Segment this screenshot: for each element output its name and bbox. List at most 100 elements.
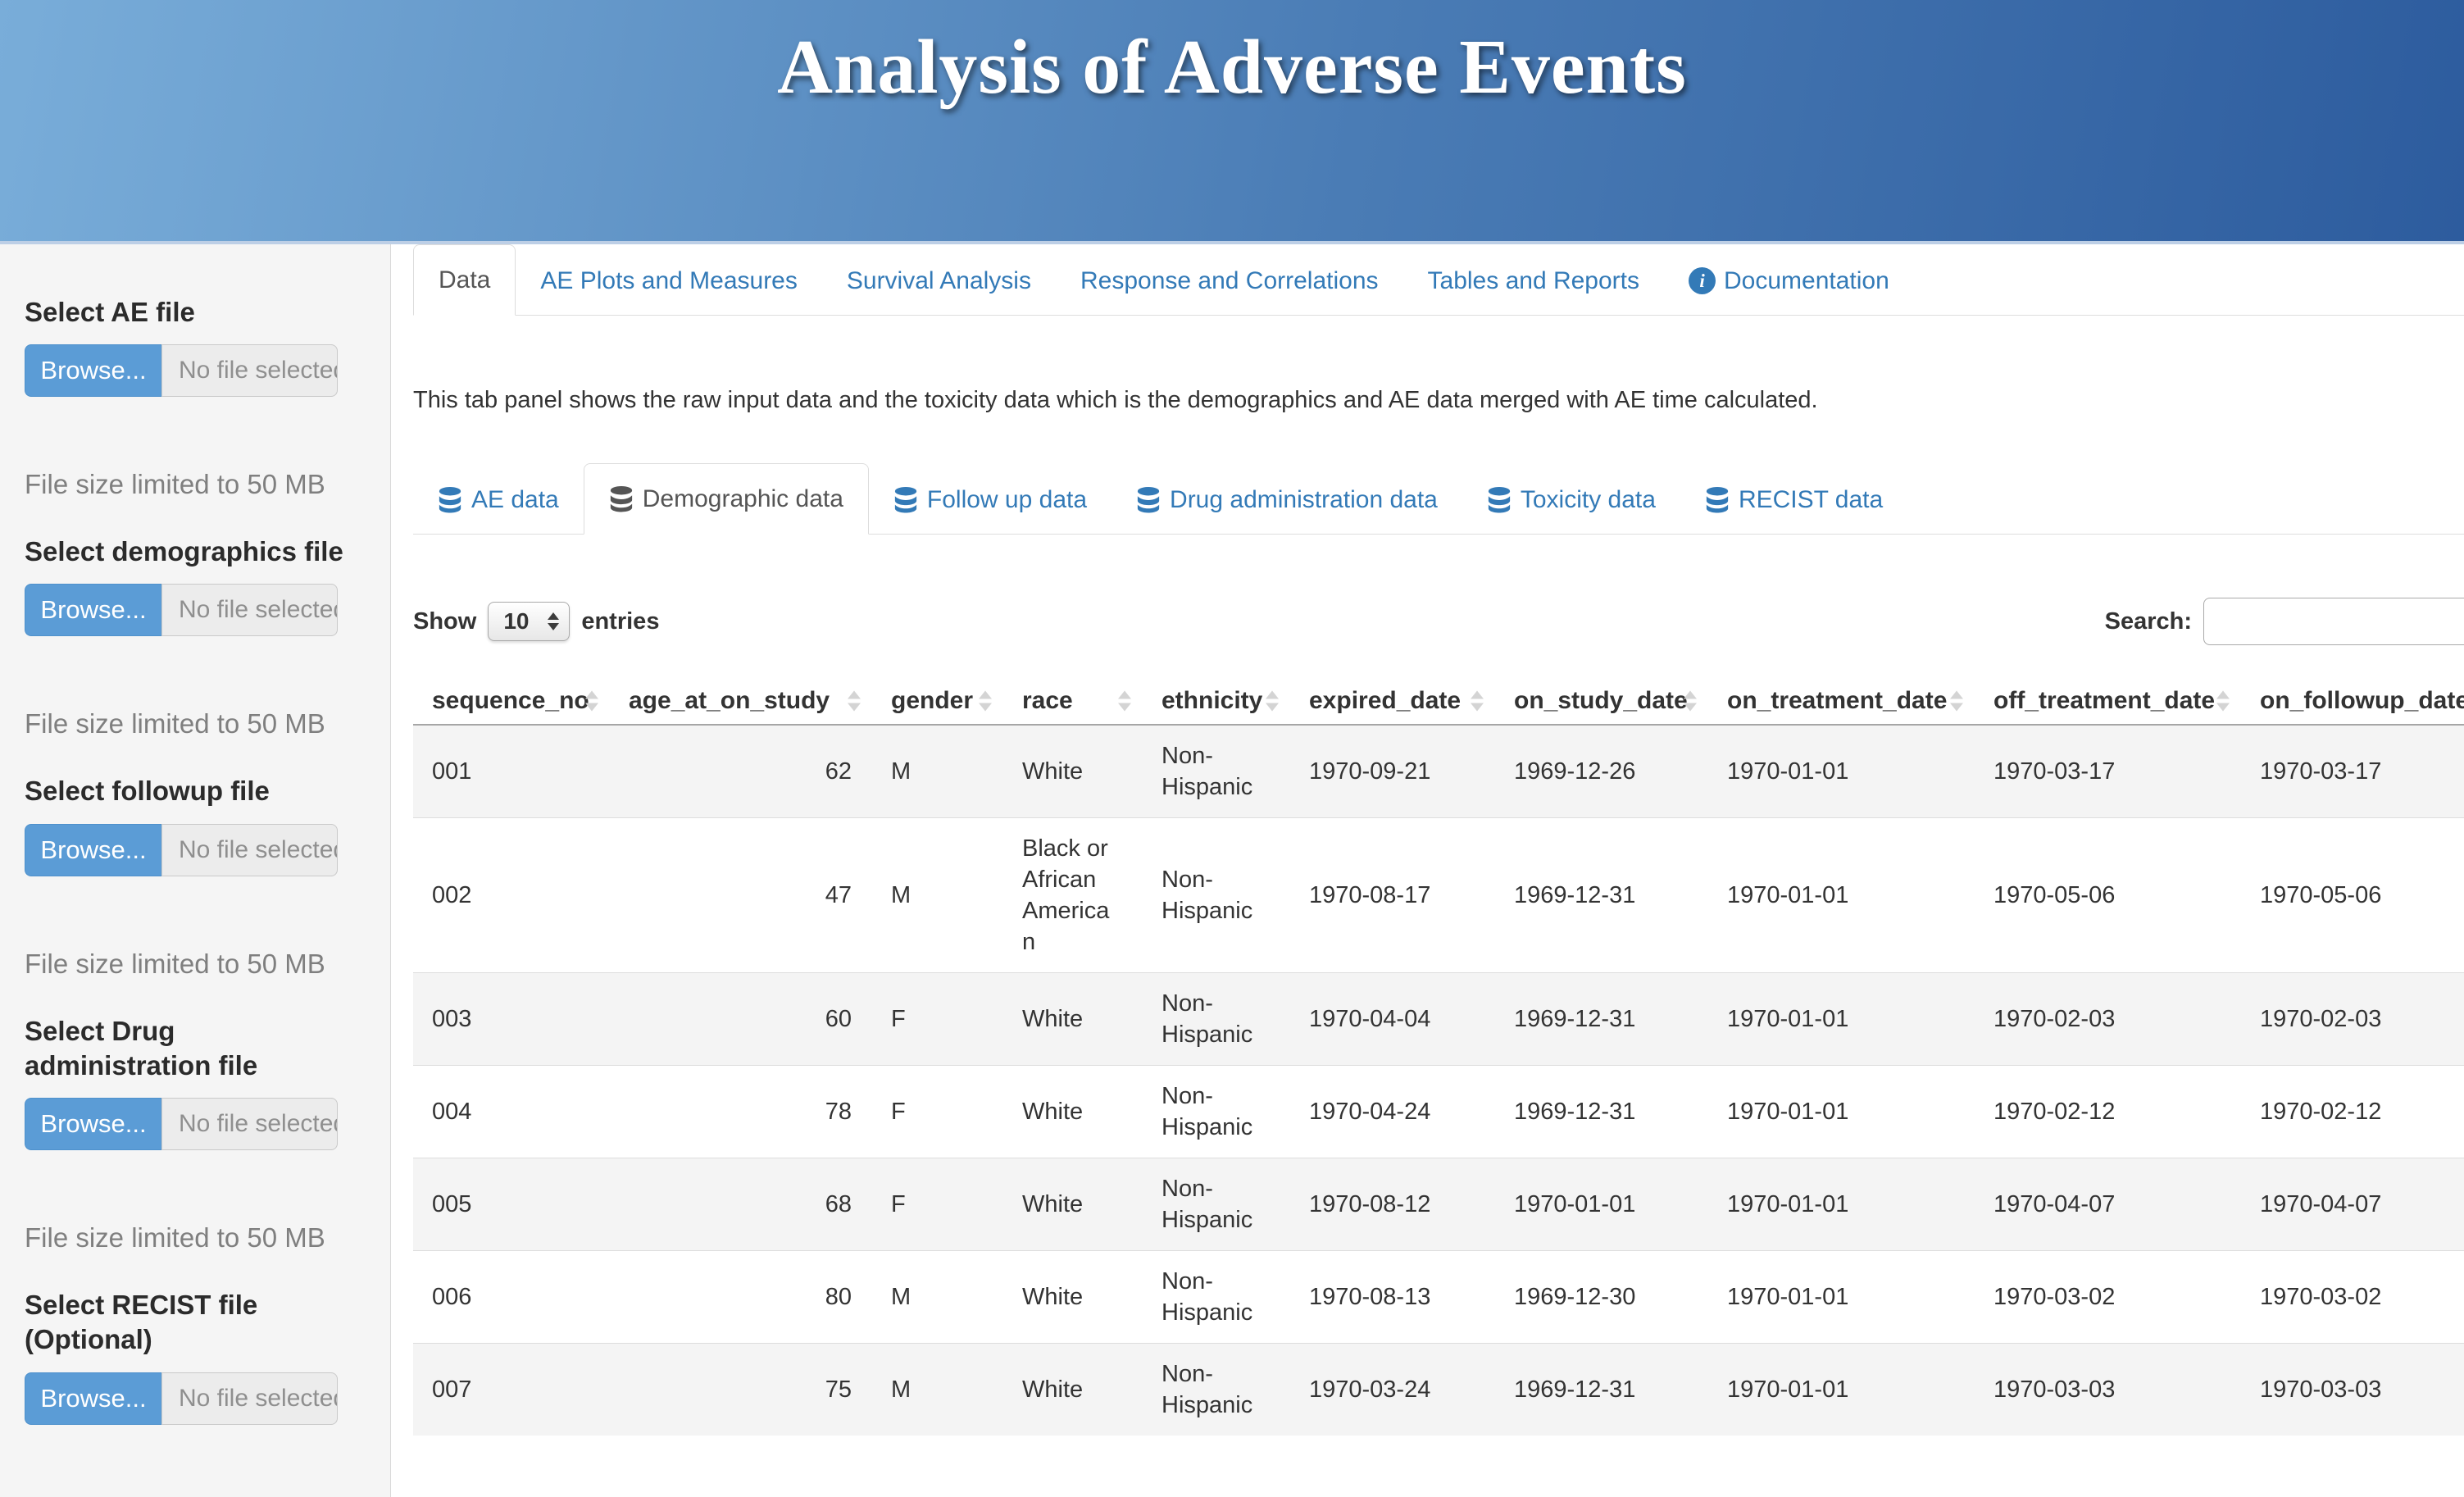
sidebar: Select AE file Browse... No file selecte…	[0, 244, 391, 1497]
file-input: Browse... No file selected	[25, 824, 338, 876]
table-row: 00775MWhiteNon-Hispanic1970-03-241969-12…	[413, 1344, 2464, 1436]
sort-icon	[1471, 691, 1484, 712]
stepper-icon	[548, 612, 559, 630]
page-title: Analysis of Adverse Events	[0, 0, 2464, 111]
sort-icon	[2216, 691, 2230, 712]
cell-race: Black or African American	[1003, 818, 1143, 973]
cell-gender: M	[872, 1251, 1003, 1344]
database-icon	[1136, 486, 1161, 513]
subtab-demographic-data[interactable]: Demographic data	[584, 463, 869, 535]
column-header-label: on_treatment_date	[1727, 687, 1947, 714]
file-group-drug-administration: Select Drug administration file Browse..…	[25, 1014, 353, 1254]
subtab-ae-data[interactable]: AE data	[413, 465, 584, 535]
table-row: 00247MBlack or African AmericanNon-Hispa…	[413, 818, 2464, 973]
cell-ethnicity: Non-Hispanic	[1143, 973, 1290, 1066]
cell-race: White	[1003, 1158, 1143, 1251]
cell-on_study_date: 1969-12-31	[1495, 1344, 1708, 1436]
cell-sequence_no: 002	[413, 818, 610, 973]
cell-on_treatment_date: 1970-01-01	[1708, 1158, 1975, 1251]
column-header-off_treatment_date[interactable]: off_treatment_date	[1975, 678, 2241, 725]
file-group-demographics: Select demographics file Browse... No fi…	[25, 535, 353, 739]
tab-documentation-label: Documentation	[1724, 267, 1889, 294]
tab-survival-analysis[interactable]: Survival Analysis	[822, 246, 1056, 316]
column-header-sequence_no[interactable]: sequence_no	[413, 678, 610, 725]
cell-expired_date: 1970-08-13	[1290, 1251, 1495, 1344]
cell-sequence_no: 006	[413, 1251, 610, 1344]
column-header-on_treatment_date[interactable]: on_treatment_date	[1708, 678, 1975, 725]
cell-on_study_date: 1970-01-01	[1495, 1158, 1708, 1251]
subtab-follow-up-data[interactable]: Follow up data	[869, 465, 1112, 535]
browse-button[interactable]: Browse...	[25, 1098, 161, 1150]
browse-button[interactable]: Browse...	[25, 584, 161, 636]
main-tabs: Data AE Plots and Measures Survival Anal…	[413, 244, 2464, 316]
cell-race: White	[1003, 725, 1143, 818]
cell-on_treatment_date: 1970-01-01	[1708, 1251, 1975, 1344]
column-header-label: expired_date	[1309, 687, 1461, 714]
cell-race: White	[1003, 1066, 1143, 1158]
search-label: Search:	[2105, 608, 2192, 635]
tab-description: This tab panel shows the raw input data …	[413, 384, 2464, 416]
column-header-race[interactable]: race	[1003, 678, 1143, 725]
cell-on_followup_date: 1970-04-07	[2241, 1158, 2464, 1251]
selected-page-size: 10	[503, 608, 529, 635]
cell-off_treatment_date: 1970-03-03	[1975, 1344, 2241, 1436]
column-header-label: sequence_no	[432, 687, 589, 714]
browse-button[interactable]: Browse...	[25, 1372, 161, 1425]
column-header-age_at_on_study[interactable]: age_at_on_study	[610, 678, 872, 725]
cell-age_at_on_study: 80	[610, 1251, 872, 1344]
cell-age_at_on_study: 68	[610, 1158, 872, 1251]
subtab-label: Toxicity data	[1521, 486, 1656, 513]
tab-response-and-correlations[interactable]: Response and Correlations	[1056, 246, 1403, 316]
page-length-control: Show 10 entries	[413, 602, 659, 641]
database-icon	[609, 485, 634, 512]
column-header-gender[interactable]: gender	[872, 678, 1003, 725]
cell-race: White	[1003, 1251, 1143, 1344]
cell-on_treatment_date: 1970-01-01	[1708, 973, 1975, 1066]
data-table: sequence_no age_at_on_studygenderraceethn…	[413, 678, 2464, 1436]
file-group-label: Select followup file	[25, 774, 353, 808]
cell-age_at_on_study: 60	[610, 973, 872, 1066]
cell-off_treatment_date: 1970-03-02	[1975, 1251, 2241, 1344]
browse-button[interactable]: Browse...	[25, 824, 161, 876]
tab-ae-plots-and-measures[interactable]: AE Plots and Measures	[516, 246, 822, 316]
cell-ethnicity: Non-Hispanic	[1143, 1344, 1290, 1436]
cell-on_followup_date: 1970-05-06	[2241, 818, 2464, 973]
column-header-on_study_date[interactable]: on_study_date	[1495, 678, 1708, 725]
entries-select[interactable]: 10	[488, 602, 570, 641]
cell-on_followup_date: 1970-03-17	[2241, 725, 2464, 818]
file-size-note: File size limited to 50 MB	[25, 708, 353, 739]
main-panel: Data AE Plots and Measures Survival Anal…	[391, 244, 2464, 1497]
database-icon	[1487, 486, 1512, 513]
column-header-label: off_treatment_date	[1993, 687, 2215, 714]
cell-age_at_on_study: 47	[610, 818, 872, 973]
sort-icon	[585, 691, 598, 712]
file-display: No file selected	[161, 344, 338, 397]
table-row: 00568FWhiteNon-Hispanic1970-08-121970-01…	[413, 1158, 2464, 1251]
file-group-label: Select Drug administration file	[25, 1014, 353, 1083]
data-sub-tabs: AE data Demographic data Follow up data …	[413, 463, 2464, 535]
cell-on_study_date: 1969-12-31	[1495, 1066, 1708, 1158]
info-circle-icon	[1689, 267, 1716, 294]
tab-documentation[interactable]: Documentation	[1664, 246, 1914, 316]
cell-ethnicity: Non-Hispanic	[1143, 1066, 1290, 1158]
search-input[interactable]	[2203, 598, 2464, 645]
subtab-toxicity-data[interactable]: Toxicity data	[1462, 465, 1680, 535]
file-group-label: Select demographics file	[25, 535, 353, 569]
file-input: Browse... No file selected	[25, 584, 338, 636]
cell-on_followup_date: 1970-03-03	[2241, 1344, 2464, 1436]
column-header-expired_date[interactable]: expired_date	[1290, 678, 1495, 725]
column-header-ethnicity[interactable]: ethnicity	[1143, 678, 1290, 725]
file-display: No file selected	[161, 1098, 338, 1150]
subtab-label: Follow up data	[927, 486, 1087, 513]
subtab-drug-administration-data[interactable]: Drug administration data	[1112, 465, 1462, 535]
search-control: Search:	[2105, 598, 2464, 645]
cell-age_at_on_study: 62	[610, 725, 872, 818]
browse-button[interactable]: Browse...	[25, 344, 161, 397]
tab-tables-and-reports[interactable]: Tables and Reports	[1403, 246, 1665, 316]
cell-on_followup_date: 1970-02-12	[2241, 1066, 2464, 1158]
column-header-on_followup_date[interactable]: on_followup_date	[2241, 678, 2464, 725]
cell-sequence_no: 001	[413, 725, 610, 818]
tab-data[interactable]: Data	[413, 244, 516, 316]
cell-gender: M	[872, 725, 1003, 818]
subtab-recist-data[interactable]: RECIST data	[1680, 465, 1907, 535]
